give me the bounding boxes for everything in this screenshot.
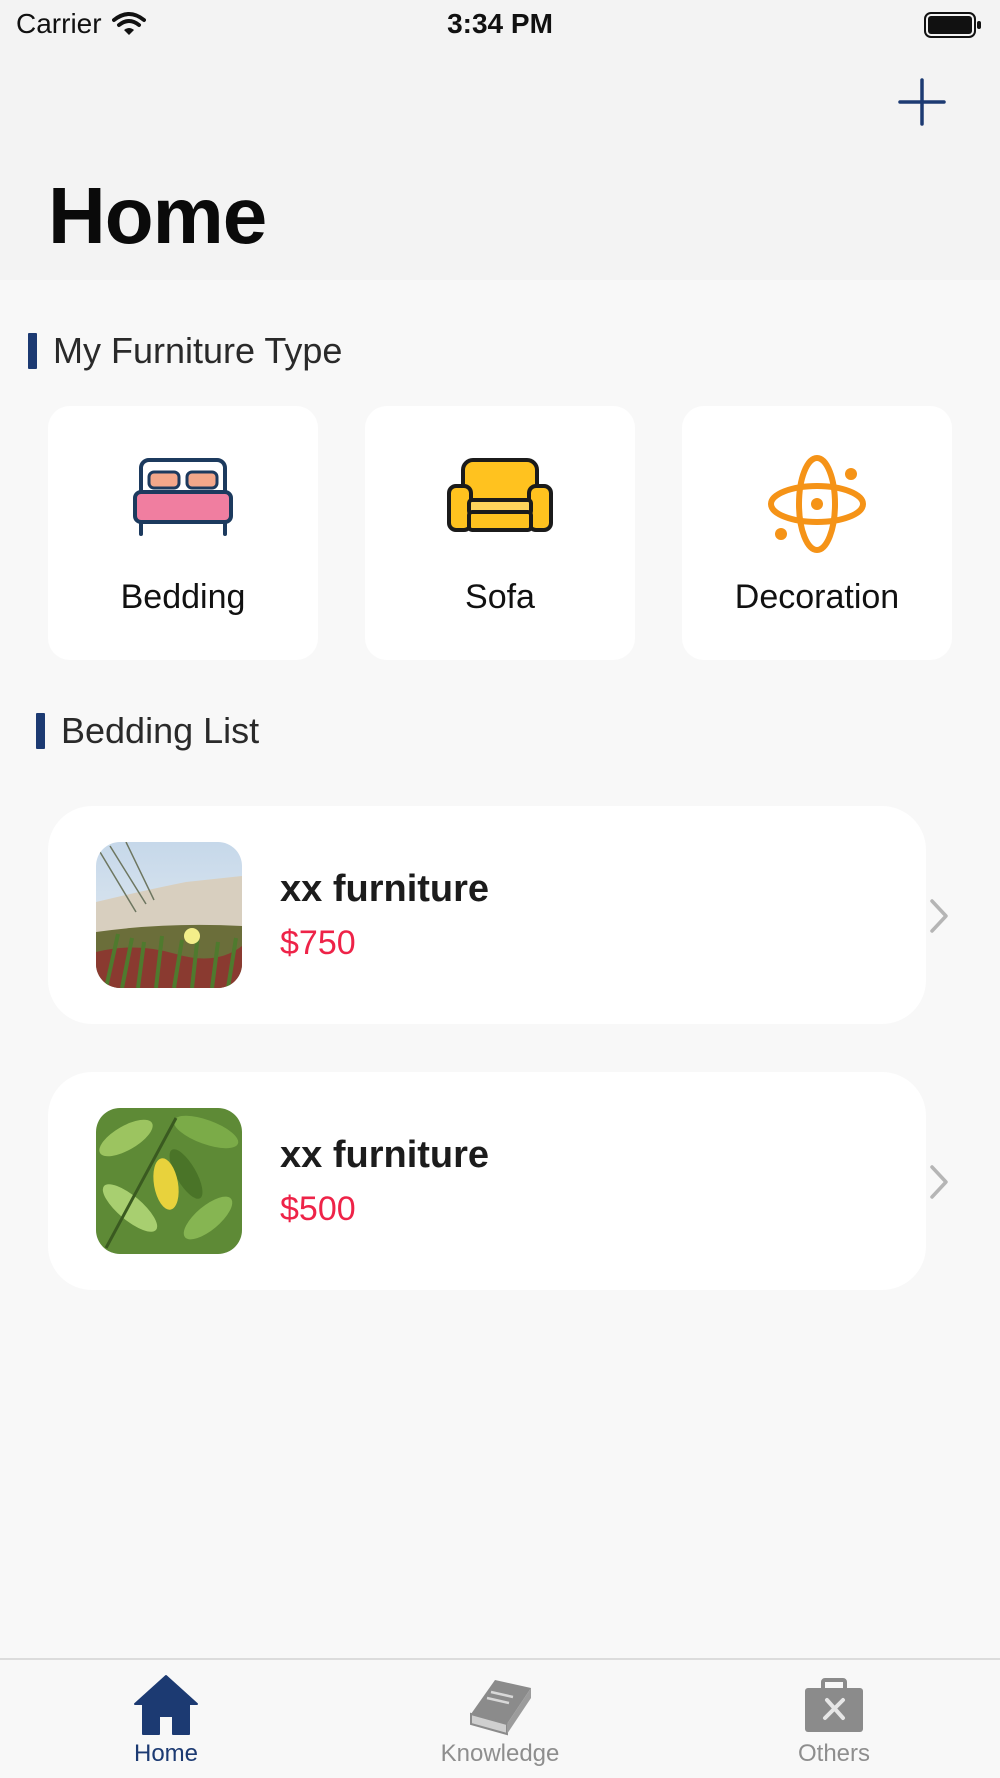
toolbox-icon: [805, 1678, 863, 1732]
item-thumbnail: [96, 842, 242, 988]
section-accent-bar: [28, 333, 37, 369]
sofa-icon: [447, 458, 553, 532]
status-time: 3:34 PM: [447, 8, 553, 39]
tab-home[interactable]: Home: [66, 1660, 266, 1778]
category-card-sofa[interactable]: Sofa: [365, 406, 635, 660]
nav-header: Home: [0, 52, 1000, 280]
category-card-bedding[interactable]: Bedding: [48, 406, 318, 660]
page-title: Home: [48, 171, 267, 260]
bed-icon: [133, 458, 233, 536]
item-price: $500: [280, 1190, 356, 1228]
tab-knowledge[interactable]: Knowledge: [400, 1660, 600, 1778]
home-icon: [134, 1675, 198, 1735]
category-label: Bedding: [120, 578, 246, 616]
tab-label: Home: [133, 1740, 199, 1767]
item-name: xx furniture: [280, 1134, 490, 1176]
list-item[interactable]: xx furniture $750: [48, 806, 926, 1024]
tab-bar: Home Knowledge Others: [0, 1658, 1000, 1778]
section-title: My Furniture Type: [53, 330, 343, 371]
chevron-right-icon[interactable]: [928, 1163, 950, 1201]
item-price: $750: [280, 924, 356, 962]
book-icon: [470, 1680, 531, 1736]
section-title: Bedding List: [61, 710, 260, 751]
section-accent-bar: [36, 713, 45, 749]
chevron-right-icon[interactable]: [928, 897, 950, 935]
tab-label: Knowledge: [440, 1740, 560, 1767]
furniture-type-section-header: My Furniture Type: [28, 330, 342, 372]
green-leaves-photo: [96, 1108, 242, 1254]
list-item[interactable]: xx furniture $500: [48, 1072, 926, 1290]
decoration-icon: [768, 455, 866, 553]
plus-icon[interactable]: [894, 74, 950, 130]
battery-icon: [924, 12, 981, 38]
item-thumbnail: [96, 1108, 242, 1254]
tab-label: Others: [797, 1740, 871, 1767]
category-card-decoration[interactable]: Decoration: [682, 406, 952, 660]
category-label: Sofa: [465, 578, 535, 616]
item-name: xx furniture: [280, 868, 490, 910]
home-screen: Carrier 3:34 PM Home My Furniture Type B…: [0, 0, 1000, 1778]
bedding-list-section-header: Bedding List: [36, 710, 259, 752]
status-bar: Carrier 3:34 PM: [0, 0, 1000, 52]
tab-others[interactable]: Others: [734, 1660, 934, 1778]
beach-grass-flower-photo: [96, 842, 242, 988]
category-label: Decoration: [734, 578, 900, 616]
